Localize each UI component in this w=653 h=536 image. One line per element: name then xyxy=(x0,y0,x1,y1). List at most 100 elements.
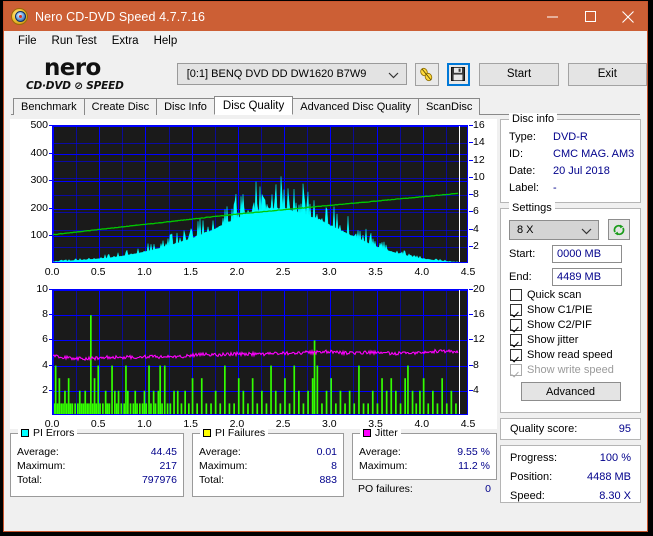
pi-failures-color-swatch xyxy=(203,429,211,437)
close-icon[interactable] xyxy=(609,2,647,31)
disc-label-label: Label: xyxy=(509,182,539,194)
menu-bar: File Run Test Extra Help xyxy=(4,31,647,51)
logo-wordmark: nero xyxy=(44,54,101,81)
refresh-button[interactable] xyxy=(608,219,630,240)
disc-label-value: - xyxy=(553,182,557,194)
y-axis-tick-label: 10 xyxy=(36,283,48,295)
pi-failures-average-label: Average: xyxy=(199,446,241,458)
pi-failures-title: PI Failures xyxy=(215,427,266,439)
start-input[interactable]: 0000 MB xyxy=(552,245,622,263)
tab-disc-info[interactable]: Disc Info xyxy=(156,98,215,115)
x-axis-tick-label: 1.5 xyxy=(183,266,198,278)
jitter-average-row: Average: 9.55 % xyxy=(353,445,496,459)
disc-id-row: ID: CMC MAG. AM3 xyxy=(501,146,640,163)
pi-errors-legend: PI Errors xyxy=(18,427,78,439)
quality-score-label: Quality score: xyxy=(510,423,578,435)
disc-info-group: Disc info Type: DVD-R ID: CMC MAG. AM3 D… xyxy=(500,113,641,203)
checkbox-show-c1-pie-label: Show C1/PIE xyxy=(527,304,593,316)
maximize-icon[interactable] xyxy=(571,2,609,31)
checkbox-show-jitter-label: Show jitter xyxy=(527,334,579,346)
tab-scandisc[interactable]: ScanDisc xyxy=(417,98,481,115)
disc-date-label: Date: xyxy=(509,165,536,177)
x-axis-tick-label: 4.5 xyxy=(460,418,476,430)
disc-info-title: Disc info xyxy=(509,113,558,125)
x-axis-tick-label: 1.0 xyxy=(137,266,152,278)
y2-axis-tick-label: 6 xyxy=(473,205,479,218)
x-axis-tick-label: 0.5 xyxy=(90,266,106,278)
pi-failures-maximum-row: Maximum: 8 xyxy=(193,459,343,473)
x-axis-tick-label: 3.0 xyxy=(322,266,337,278)
checkbox-show-c2-pif[interactable]: Show C2/PIF xyxy=(501,319,640,331)
pi-errors-average-row: Average: 44.45 xyxy=(11,445,183,459)
tab-create-disc[interactable]: Create Disc xyxy=(83,98,158,115)
pie-chart[interactable]: 100 200 300 400 500 2 4 6 8 10 12 14 16 0.0 0.5 1.0 1.5 2… xyxy=(10,119,497,279)
start-button[interactable]: Start xyxy=(479,62,559,86)
x-axis-tick-label: 2.5 xyxy=(275,418,291,430)
jitter-legend: Jitter xyxy=(360,427,401,439)
pi-errors-total-row: Total: 797976 xyxy=(11,473,183,487)
position-label: Position: xyxy=(510,471,553,483)
menu-item-help[interactable]: Help xyxy=(147,33,186,49)
checkbox-show-jitter[interactable]: Show jitter xyxy=(501,334,640,346)
menu-item-file[interactable]: File xyxy=(11,33,45,49)
y-axis-tick-label: 2 xyxy=(42,383,48,396)
pif-jitter-chart[interactable]: 2 4 6 8 10 4 8 12 16 20 0.0 0.5 1.0 1.5 2.0 2.5 3.0 3.5 4.… xyxy=(10,279,497,429)
settings-group: Settings 8 X Start: 0000 MB End: 4489 MB… xyxy=(500,202,641,413)
x-axis-tick-label: 2.0 xyxy=(229,266,245,278)
checkbox-checked-icon xyxy=(510,334,522,346)
save-button[interactable] xyxy=(446,62,471,86)
disc-tool-button[interactable] xyxy=(414,62,439,86)
pi-failures-maximum-value: 8 xyxy=(331,460,337,472)
y2-axis-tick-label: 4 xyxy=(473,383,479,396)
checkbox-quick-scan[interactable]: Quick scan xyxy=(501,289,640,301)
checkbox-show-read-speed[interactable]: Show read speed xyxy=(501,349,640,361)
y2-axis-tick-label: 10 xyxy=(473,170,485,183)
po-failures-value: 0 xyxy=(485,483,491,495)
tab-benchmark[interactable]: Benchmark xyxy=(13,98,85,115)
speed-select[interactable]: 8 X xyxy=(509,219,599,240)
speed-value: 8.30 X xyxy=(599,490,631,502)
end-field-row: End: 4489 MB xyxy=(501,268,640,286)
y-axis-tick-label: 8 xyxy=(42,308,48,321)
y-axis-tick-label: 200 xyxy=(30,201,48,214)
po-failures-row: PO failures: 0 xyxy=(352,482,497,496)
x-axis-tick-label: 0.0 xyxy=(44,266,60,278)
menu-item-run-test[interactable]: Run Test xyxy=(45,33,105,49)
status-group: Progress: 100 % Position: 4488 MB Speed:… xyxy=(500,445,641,503)
disc-id-value: CMC MAG. AM3 xyxy=(553,148,635,160)
pi-failures-box: PI Failures Average: 0.01 Maximum: 8 Tot… xyxy=(192,427,344,497)
po-failures-label: PO failures: xyxy=(358,483,413,495)
disc-type-label: Type: xyxy=(509,131,536,143)
pi-failures-average-row: Average: 0.01 xyxy=(193,445,343,459)
statistics-row: PI Errors Average: 44.45 Maximum: 217 To… xyxy=(10,427,497,497)
y2-axis-tick-label: 16 xyxy=(473,119,485,131)
pi-errors-maximum-label: Maximum: xyxy=(17,460,66,472)
jitter-average-label: Average: xyxy=(359,446,401,458)
quality-score-group: Quality score: 95 xyxy=(500,418,641,440)
jitter-maximum-row: Maximum: 11.2 % xyxy=(353,459,496,473)
x-axis-tick-label: 1.0 xyxy=(137,418,152,430)
checkbox-show-c1-pie[interactable]: Show C1/PIE xyxy=(501,304,640,316)
x-axis-tick-label: 3.5 xyxy=(368,266,383,278)
checkbox-quick-scan-label: Quick scan xyxy=(527,289,582,301)
speed-label: Speed: xyxy=(510,490,545,502)
x-axis-tick-label: 4.5 xyxy=(460,266,476,278)
jitter-color-swatch xyxy=(363,429,371,437)
exit-button[interactable]: Exit xyxy=(567,62,648,86)
y2-axis-tick-label: 14 xyxy=(473,136,485,149)
checkbox-show-c2-pif-label: Show C2/PIF xyxy=(527,319,592,331)
disc-id-label: ID: xyxy=(509,148,524,160)
jitter-title: Jitter xyxy=(375,427,398,439)
drive-select[interactable]: [0:1] BENQ DVD DD DW1620 B7W9 xyxy=(176,63,407,85)
y2-axis-tick-label: 4 xyxy=(473,222,479,235)
end-input[interactable]: 4489 MB xyxy=(552,268,622,286)
y2-axis-tick-label: 12 xyxy=(473,333,485,346)
menu-item-extra[interactable]: Extra xyxy=(105,33,147,49)
tab-disc-quality[interactable]: Disc Quality xyxy=(213,96,294,115)
tab-advanced-disc-quality[interactable]: Advanced Disc Quality xyxy=(292,98,419,115)
title-bar: Nero CD-DVD Speed 4.7.7.16 xyxy=(4,2,647,31)
app-window: Nero CD-DVD Speed 4.7.7.16 File Run Test… xyxy=(3,1,648,532)
advanced-button[interactable]: Advanced xyxy=(520,382,621,401)
y-axis-tick-label: 500 xyxy=(30,119,48,131)
minimize-icon[interactable] xyxy=(533,2,571,31)
